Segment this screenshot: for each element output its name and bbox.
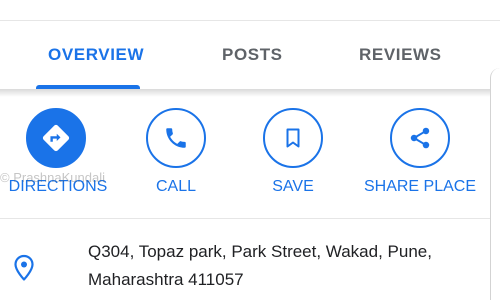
location-pin-icon <box>12 254 36 287</box>
directions-button[interactable]: DIRECTIONS <box>0 108 118 204</box>
address-line-1: Q304, Topaz park, Park Street, Wakad, Pu… <box>88 242 432 261</box>
tab-posts[interactable]: POSTS <box>222 45 283 65</box>
call-button[interactable]: CALL <box>116 108 236 204</box>
address-line-2: Maharashtra 411057 <box>88 270 244 289</box>
directions-icon <box>26 108 86 168</box>
tab-bar: OVERVIEW POSTS REVIEWS <box>0 21 500 89</box>
section-divider <box>0 218 490 219</box>
address-row[interactable]: Q304, Topaz park, Park Street, Wakad, Pu… <box>0 232 490 300</box>
phone-icon <box>146 108 206 168</box>
call-label: CALL <box>155 178 197 195</box>
tab-overview[interactable]: OVERVIEW <box>48 45 144 65</box>
share-place-button[interactable]: SHARE PLACE <box>360 108 480 204</box>
share-icon <box>390 108 450 168</box>
side-sheet-edge <box>490 68 500 300</box>
tab-reviews[interactable]: REVIEWS <box>359 45 442 65</box>
place-details-panel: OVERVIEW POSTS REVIEWS DIRECTIONS CALL S… <box>0 0 500 300</box>
save-button[interactable]: SAVE <box>233 108 353 204</box>
watermark: © PrashnaKundali <box>0 170 105 185</box>
bookmark-icon <box>263 108 323 168</box>
address-text: Q304, Topaz park, Park Street, Wakad, Pu… <box>88 238 488 294</box>
tab-bar-shadow <box>0 89 500 97</box>
share-place-label: SHARE PLACE <box>363 178 477 195</box>
save-label: SAVE <box>272 178 314 195</box>
